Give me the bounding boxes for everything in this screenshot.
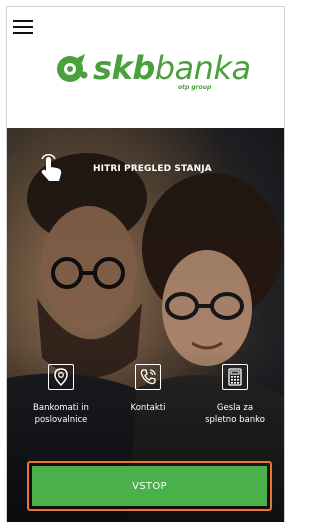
touch-hand-icon [41, 154, 62, 181]
tile-icon-box [222, 364, 248, 390]
hero-background-photo: HITRI PREGLED STANJA Bankomati in poslov… [7, 128, 284, 522]
phone-icon [140, 369, 156, 385]
tile-label-line1: Kontakti [130, 403, 166, 413]
tile-label: Kontakti [102, 402, 194, 414]
location-pin-icon [54, 368, 68, 386]
app-screen: skbbanka otp group HITRI PREGLED STANJA … [6, 6, 285, 522]
brand-name-light: banka [154, 49, 251, 87]
app-header: skbbanka otp group [7, 7, 284, 128]
hamburger-menu-icon[interactable] [13, 19, 33, 35]
tile-label: Gesla za spletno banko [189, 402, 281, 426]
tile-icon-box [135, 364, 161, 390]
tile-atms-branches[interactable]: Bankomati in poslovalnice [15, 364, 107, 426]
tile-icon-box [48, 364, 74, 390]
calculator-icon [228, 368, 242, 386]
tile-label-line2: poslovalnice [34, 415, 88, 425]
shortcut-tiles: Bankomati in poslovalnice Kontakti Gesla… [7, 364, 284, 454]
skb-logo-mark-icon [57, 54, 88, 82]
brand-name-bold: skb [93, 49, 155, 87]
tile-contacts[interactable]: Kontakti [102, 364, 194, 414]
tile-online-banking-passwords[interactable]: Gesla za spletno banko [189, 364, 281, 426]
skb-banka-logo: skbbanka otp group [55, 51, 255, 97]
login-button[interactable]: VSTOP [32, 466, 267, 506]
quick-balance-label: HITRI PREGLED STANJA [93, 164, 212, 174]
tile-label-line1: Gesla za [216, 403, 254, 413]
tile-label: Bankomati in poslovalnice [15, 402, 107, 426]
tile-label-line2: spletno banko [205, 415, 265, 425]
brand-wordmark: skbbanka [93, 51, 251, 85]
brand-tagline: otp group [178, 84, 212, 91]
login-button-focus-ring: VSTOP [27, 461, 272, 511]
quick-balance-button[interactable]: HITRI PREGLED STANJA [37, 152, 257, 186]
tile-label-line1: Bankomati in [33, 403, 89, 413]
